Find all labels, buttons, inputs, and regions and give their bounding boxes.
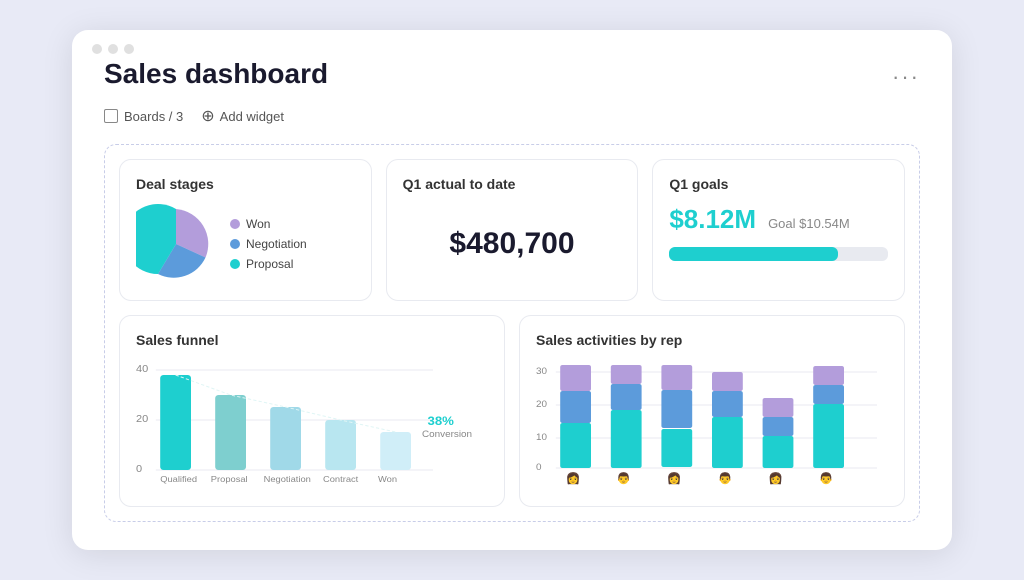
sales-funnel-chart: 40 20 0 (136, 360, 488, 490)
svg-text:30: 30 (536, 366, 547, 376)
sales-activities-chart: 30 20 10 0 (536, 360, 888, 490)
svg-text:👩: 👩 (667, 472, 682, 485)
sales-activities-card: Sales activities by rep 30 20 10 0 (519, 315, 905, 507)
window-dot-3 (124, 44, 134, 54)
svg-text:Contract: Contract (323, 474, 359, 484)
svg-text:👨: 👨 (819, 472, 834, 485)
svg-text:👨: 👨 (718, 472, 733, 485)
boards-icon (104, 109, 118, 123)
goals-top: $8.12M Goal $10.54M (669, 204, 888, 235)
add-widget-icon: ⊕ (201, 106, 214, 126)
svg-text:20: 20 (536, 399, 547, 409)
legend-label-won: Won (246, 217, 270, 231)
q1-goals-title: Q1 goals (669, 176, 888, 192)
svg-text:40: 40 (136, 363, 148, 374)
legend-dot-negotiation (230, 239, 240, 249)
main-window: Sales dashboard ··· Boards / 3 ⊕ Add wid… (72, 30, 952, 550)
q1-actual-title: Q1 actual to date (403, 176, 622, 192)
sales-funnel-title: Sales funnel (136, 332, 488, 348)
sales-activities-title: Sales activities by rep (536, 332, 888, 348)
header: Sales dashboard ··· (104, 58, 920, 98)
pie-chart (136, 204, 216, 284)
q1-goals-body: $8.12M Goal $10.54M (669, 204, 888, 261)
deal-stages-title: Deal stages (136, 176, 355, 192)
goals-target: Goal $10.54M (768, 216, 850, 231)
svg-text:0: 0 (136, 463, 142, 474)
svg-text:20: 20 (136, 413, 148, 424)
progress-bar-fill (669, 247, 837, 261)
bottom-row: Sales funnel 40 20 0 (119, 315, 905, 507)
svg-text:38%: 38% (428, 415, 454, 428)
window-dot-2 (108, 44, 118, 54)
boards-label: Boards / 3 (124, 109, 183, 124)
add-widget-button[interactable]: ⊕ Add widget (201, 106, 284, 126)
svg-text:0: 0 (536, 462, 542, 472)
deal-stages-legend: Won Negotiation Proposal (230, 217, 307, 271)
svg-text:Negotiation: Negotiation (264, 474, 311, 484)
legend-item-won: Won (230, 217, 307, 231)
deal-stages-body: Won Negotiation Proposal (136, 204, 355, 284)
legend-label-proposal: Proposal (246, 257, 293, 271)
sales-funnel-card: Sales funnel 40 20 0 (119, 315, 505, 507)
svg-text:👩: 👩 (566, 472, 581, 485)
q1-actual-value: $480,700 (449, 227, 574, 261)
progress-bar-bg (669, 247, 888, 261)
svg-text:Won: Won (378, 474, 397, 484)
q1-goals-card: Q1 goals $8.12M Goal $10.54M (652, 159, 905, 301)
deal-stages-card: Deal stages (119, 159, 372, 301)
legend-item-proposal: Proposal (230, 257, 307, 271)
legend-item-negotiation: Negotiation (230, 237, 307, 251)
svg-text:👨: 👨 (616, 472, 631, 485)
dashboard-grid: Deal stages (104, 144, 920, 522)
svg-text:👩: 👩 (768, 472, 783, 485)
top-row: Deal stages (119, 159, 905, 301)
svg-text:Conversion: Conversion (422, 429, 472, 439)
legend-label-negotiation: Negotiation (246, 237, 307, 251)
page-title: Sales dashboard (104, 58, 328, 90)
svg-text:Proposal: Proposal (211, 474, 248, 484)
goals-current: $8.12M (669, 204, 756, 235)
subbar: Boards / 3 ⊕ Add widget (104, 106, 920, 126)
boards-link[interactable]: Boards / 3 (104, 109, 183, 124)
legend-dot-won (230, 219, 240, 229)
window-dot-1 (92, 44, 102, 54)
svg-text:Qualified: Qualified (160, 474, 197, 484)
q1-actual-card: Q1 actual to date $480,700 (386, 159, 639, 301)
legend-dot-proposal (230, 259, 240, 269)
more-options-icon[interactable]: ··· (892, 64, 920, 90)
svg-text:10: 10 (536, 432, 547, 442)
q1-actual-body: $480,700 (403, 204, 622, 284)
add-widget-label: Add widget (220, 109, 284, 124)
window-controls (92, 44, 134, 54)
